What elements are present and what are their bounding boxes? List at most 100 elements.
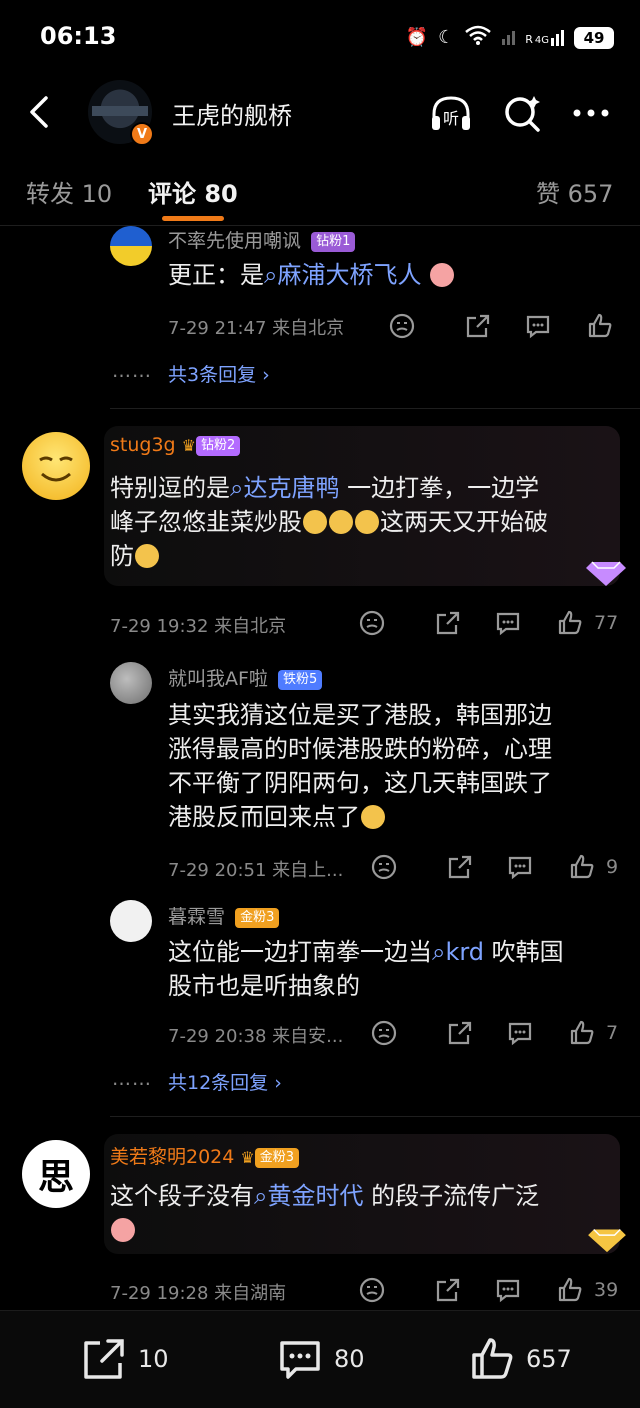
like-count: 39	[594, 1279, 619, 1301]
more-replies-dots: ……	[112, 360, 152, 382]
crown-icon: ♛	[240, 1148, 255, 1167]
like-button[interactable]	[568, 853, 596, 885]
share-button[interactable]	[464, 312, 492, 344]
share-button[interactable]	[434, 1276, 462, 1308]
react-button[interactable]	[358, 609, 386, 641]
avatar[interactable]	[110, 900, 152, 942]
react-button[interactable]	[358, 1276, 386, 1308]
reply-button[interactable]	[506, 1019, 534, 1051]
view-more-replies[interactable]: 共12条回复 ›	[168, 1068, 282, 1095]
reply-button[interactable]	[524, 312, 552, 344]
moon-icon: ☾	[438, 27, 455, 48]
link-text[interactable]: 黄金时代	[267, 1182, 363, 1210]
text: 更正：是	[168, 261, 264, 289]
tab-reposts[interactable]: 转发 10	[26, 174, 112, 209]
react-button[interactable]	[370, 1019, 398, 1051]
comment-button[interactable]: 80	[276, 1335, 365, 1383]
search-link[interactable]: ⌕黄金时代	[254, 1182, 363, 1210]
reply-button[interactable]	[494, 1276, 522, 1308]
thumbs-up-icon	[570, 1020, 594, 1045]
reply-meta: 7-29 20:38 来自安...	[168, 1026, 344, 1047]
back-button[interactable]	[22, 92, 62, 132]
page-title[interactable]: 王虎的舰桥	[172, 96, 292, 131]
text-line: 股市也是听抽象的	[168, 972, 360, 1000]
share-button[interactable]	[446, 1019, 474, 1051]
more-options-button[interactable]	[570, 90, 616, 136]
text: 这个段子没有	[110, 1182, 254, 1210]
like-button[interactable]	[586, 312, 614, 344]
text-line: 不平衡了阴阳两句，这几天韩国跌了	[168, 769, 552, 797]
status-icons: ⏰ ☾ R 4G 49	[406, 24, 614, 51]
like-post-button[interactable]: 657	[468, 1335, 572, 1383]
comment-text: 这个段子没有⌕黄金时代 的段子流传广泛	[110, 1179, 610, 1247]
thumbs-up-icon	[472, 1338, 513, 1379]
link-text[interactable]: 达克唐鸭	[243, 474, 339, 502]
emoji-icon	[430, 263, 455, 287]
status-bar: 06:13 ⏰ ☾ R 4G 49	[0, 0, 640, 74]
search-icon: ⌕	[230, 474, 244, 502]
share-icon	[448, 855, 472, 879]
search-button[interactable]	[500, 90, 546, 136]
share-button[interactable]	[446, 853, 474, 885]
crown-icon: ♛	[181, 436, 196, 455]
reply-meta: 7-29 20:51 来自上...	[168, 860, 344, 881]
like-button[interactable]	[556, 609, 584, 641]
more-replies-dots: ……	[112, 1068, 152, 1090]
username[interactable]: stug3g	[110, 434, 176, 456]
link-text[interactable]: krd	[445, 938, 484, 966]
username[interactable]: 不率先使用嘲讽	[168, 230, 301, 252]
tab-comments[interactable]: 评论 80	[148, 174, 238, 209]
listen-button[interactable]: 听	[428, 90, 474, 136]
search-link[interactable]: ⌕krd	[432, 938, 484, 966]
like-button[interactable]	[556, 1276, 584, 1308]
avatar[interactable]	[22, 432, 90, 500]
wifi-icon	[464, 24, 492, 51]
comment-icon	[496, 612, 520, 636]
fan-badge: 钻粉1	[311, 231, 356, 252]
comment-icon	[526, 315, 550, 339]
comment-icon	[496, 1279, 520, 1303]
like-count: 9	[606, 856, 619, 878]
avatar[interactable]	[110, 226, 152, 266]
reply-button[interactable]	[506, 853, 534, 885]
reply-button[interactable]	[494, 609, 522, 641]
comment-meta: 7-29 19:28 来自湖南	[110, 1283, 287, 1304]
repost-button[interactable]: 10	[80, 1335, 169, 1383]
repost-count: 10	[138, 1345, 169, 1373]
reply-text: 其实我猜这位是买了港股，韩国那边 涨得最高的时候港股跌的粉碎，心理 不平衡了阴阳…	[168, 698, 618, 834]
comment-meta: 7-29 19:32 来自北京	[110, 616, 287, 637]
view-more-replies[interactable]: 共3条回复 ›	[168, 360, 270, 387]
divider	[110, 408, 640, 409]
username[interactable]: 美若黎明2024	[110, 1146, 234, 1168]
username[interactable]: 就叫我AF啦	[168, 668, 268, 690]
svg-text:听: 听	[443, 109, 459, 128]
reply-header: 暮霖雪 金粉3	[168, 902, 280, 929]
like-button[interactable]	[568, 1019, 596, 1051]
avatar[interactable]: 思	[22, 1140, 90, 1208]
share-button[interactable]	[434, 609, 462, 641]
react-button[interactable]	[388, 312, 416, 344]
tab-likes[interactable]: 赞 657	[536, 174, 613, 209]
smiley-icon	[371, 854, 397, 880]
fan-badge: 金粉3	[254, 1147, 300, 1168]
avatar[interactable]	[110, 662, 152, 704]
react-button[interactable]	[370, 853, 398, 885]
alarm-icon: ⏰	[405, 27, 429, 48]
search-link[interactable]: ⌕麻浦大桥飞人	[264, 261, 421, 289]
reply-text: 这位能一边打南拳一边当⌕krd 吹韩国 股市也是听抽象的	[168, 935, 618, 1003]
thinking-emoji-icon	[361, 805, 385, 829]
thumbs-up-icon	[558, 610, 582, 635]
comment-meta: 7-29 21:47 来自北京	[168, 318, 345, 339]
search-link[interactable]: ⌕达克唐鸭	[230, 474, 339, 502]
status-time: 06:13	[40, 22, 117, 50]
link-text[interactable]: 麻浦大桥飞人	[277, 261, 421, 289]
like-count: 77	[594, 612, 619, 634]
cellular-icon: R 4G	[525, 29, 564, 46]
doge-emoji-icon	[329, 510, 353, 534]
search-icon: ⌕	[264, 261, 278, 289]
username[interactable]: 暮霖雪	[168, 906, 225, 928]
reply-username[interactable]: 不率先使用嘲讽 钻粉1	[168, 226, 356, 253]
divider	[110, 1116, 640, 1117]
comment-text: 特别逗的是⌕达克唐鸭 一边打拳，一边学 峰子忽悠韭菜炒股 这两天又开始破 防	[110, 471, 610, 573]
search-icon: ⌕	[432, 938, 446, 966]
